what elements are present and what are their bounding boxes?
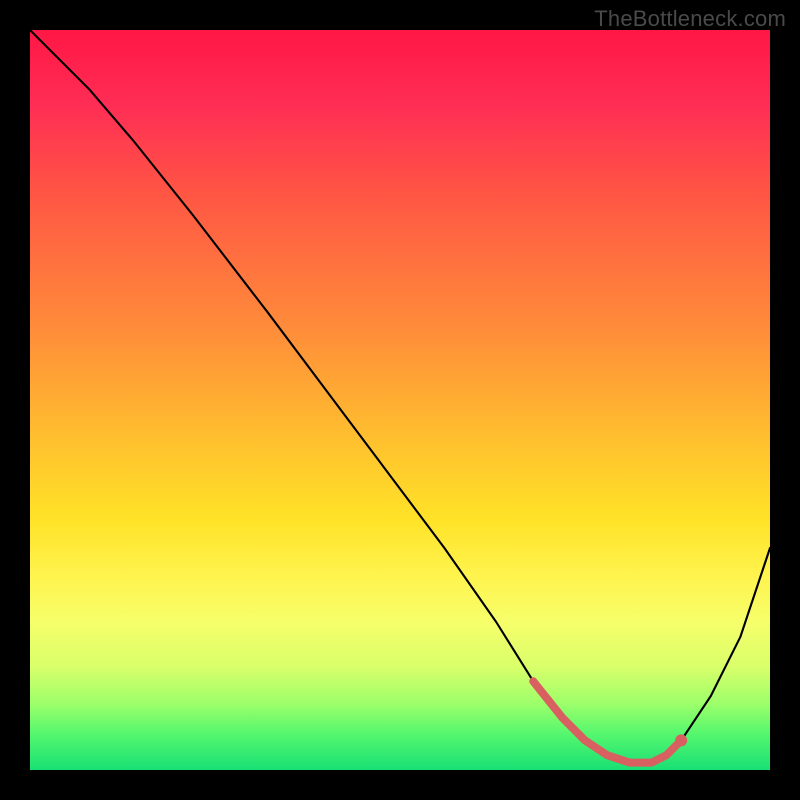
watermark-text: TheBottleneck.com bbox=[594, 6, 786, 32]
curve-svg bbox=[30, 30, 770, 770]
plot-area bbox=[30, 30, 770, 770]
bottleneck-curve bbox=[30, 30, 770, 763]
highlight-end-dot bbox=[675, 734, 687, 746]
highlight-segment bbox=[533, 681, 681, 762]
chart-container: TheBottleneck.com bbox=[0, 0, 800, 800]
